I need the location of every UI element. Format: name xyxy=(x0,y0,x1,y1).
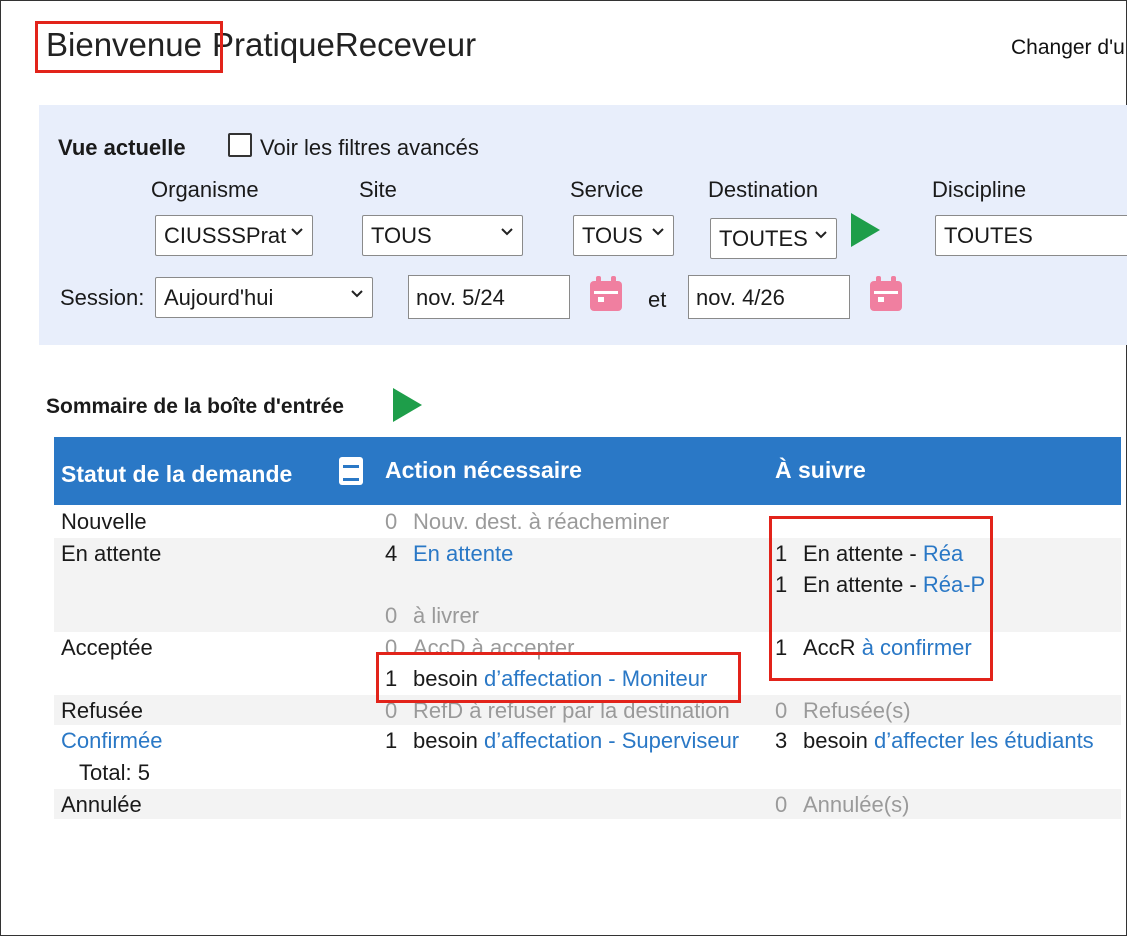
change-user-link[interactable]: Changer d'u xyxy=(1011,36,1125,60)
acceptee-follow-link[interactable]: à confirmer xyxy=(862,635,972,660)
attente-follow2-link[interactable]: Réa-P xyxy=(923,572,985,597)
confirmee-follow-count: 3 xyxy=(775,728,788,753)
confirmee-action: besoin d’affectation - Superviseur xyxy=(413,727,739,755)
attente-follow2-text: En attente - xyxy=(803,572,923,597)
confirmee-follow-text: besoin xyxy=(803,728,874,753)
refusee-follow-count: 0 xyxy=(775,698,788,723)
summary-title: Sommaire de la boîte d'entrée xyxy=(46,395,344,418)
nouvelle-action-count: 0 xyxy=(385,509,398,534)
calendar-icon[interactable] xyxy=(869,276,903,312)
nouvelle-action-text: Nouv. dest. à réacheminer xyxy=(413,509,670,534)
service-select[interactable]: TOUS xyxy=(573,215,674,256)
discipline-label: Discipline xyxy=(932,177,1027,202)
filters-panel: Vue actuelle Voir les filtres avancés Or… xyxy=(39,105,1127,345)
destination-label: Destination xyxy=(708,177,819,202)
status-annulee: Annulée xyxy=(61,792,142,817)
status-en-attente: En attente xyxy=(61,541,162,566)
date-to-input[interactable]: nov. 4/26 xyxy=(688,275,850,319)
confirmee-total: Total: 5 xyxy=(79,760,150,785)
annulee-follow-count: 0 xyxy=(775,792,788,817)
attente-deliver-count: 0 xyxy=(385,603,398,628)
acceptee-action-text: AccD à accepter xyxy=(413,635,575,660)
apply-destination-button[interactable] xyxy=(851,213,880,247)
attente-follow1-link[interactable]: Réa xyxy=(923,541,963,566)
refusee-follow-text: Refusée(s) xyxy=(803,698,911,723)
session-value: Aujourd'hui xyxy=(164,285,274,310)
advanced-filters-label[interactable]: Voir les filtres avancés xyxy=(260,135,479,161)
session-select[interactable]: Aujourd'hui xyxy=(155,277,373,318)
chevron-down-icon xyxy=(351,290,363,298)
site-select[interactable]: TOUS xyxy=(362,215,523,256)
organisme-select[interactable]: CIUSSSPrat xyxy=(155,215,313,256)
discipline-value: TOUTES xyxy=(944,223,1033,248)
session-label: Session: xyxy=(60,285,145,310)
acceptee-moniteur-text: besoin xyxy=(413,666,484,691)
welcome-text: Bienvenue xyxy=(46,26,202,63)
attente-action-link[interactable]: En attente xyxy=(413,540,513,568)
destination-select[interactable]: TOUTES xyxy=(710,218,837,259)
attente-follow1: En attente - Réa xyxy=(803,540,963,568)
annulee-follow-text: Annulée(s) xyxy=(803,792,910,817)
page-title: Bienvenue PratiqueReceveur xyxy=(46,26,476,64)
status-refusee: Refusée xyxy=(61,698,143,723)
calendar-icon[interactable] xyxy=(589,276,623,312)
attente-follow1-text: En attente - xyxy=(803,541,923,566)
date-from-input[interactable]: nov. 5/24 xyxy=(408,275,570,319)
advanced-filters-checkbox[interactable] xyxy=(228,133,252,157)
attente-follow1-count: 1 xyxy=(775,541,788,566)
confirmee-action-text: besoin xyxy=(413,728,484,753)
discipline-select[interactable]: TOUTES xyxy=(935,215,1127,256)
attente-follow2: En attente - Réa-P xyxy=(803,571,985,599)
chevron-down-icon xyxy=(815,231,827,239)
refusee-action-text: RefD à refuser par la destination xyxy=(413,698,730,723)
attente-deliver-text: à livrer xyxy=(413,603,480,628)
summary-table-header: Statut de la demande Action nécessaire À… xyxy=(54,437,1121,505)
chevron-down-icon xyxy=(291,228,303,236)
acceptee-follow: AccR à confirmer xyxy=(803,634,972,662)
acceptee-follow-text: AccR xyxy=(803,635,862,660)
acceptee-action-count: 0 xyxy=(385,635,398,660)
acceptee-moniteur-link[interactable]: d’affectation - Moniteur xyxy=(484,666,707,691)
service-value: TOUS xyxy=(582,223,643,248)
status-confirmee-link[interactable]: Confirmée xyxy=(61,727,162,755)
confirmee-action-link[interactable]: d’affectation - Superviseur xyxy=(484,728,739,753)
row-band-annulee xyxy=(54,789,1121,819)
col-follow-header: À suivre xyxy=(775,457,866,483)
organisme-label: Organisme xyxy=(151,177,259,202)
current-view-label: Vue actuelle xyxy=(58,135,186,160)
confirmee-follow: besoin d’affecter les étudiants xyxy=(803,727,1094,755)
status-nouvelle: Nouvelle xyxy=(61,509,147,534)
attente-follow2-count: 1 xyxy=(775,572,788,597)
organisme-value: CIUSSSPrat xyxy=(164,223,287,248)
refusee-action-count: 0 xyxy=(385,698,398,723)
summary-go-button[interactable] xyxy=(393,388,422,422)
acceptee-moniteur-count: 1 xyxy=(385,666,398,691)
acceptee-follow-count: 1 xyxy=(775,635,788,660)
chevron-down-icon xyxy=(652,228,664,236)
chevron-down-icon xyxy=(501,228,513,236)
destination-value: TOUTES xyxy=(719,226,808,251)
status-acceptee: Acceptée xyxy=(61,635,153,660)
col-status-header: Statut de la demande xyxy=(61,461,293,487)
attente-action-count: 4 xyxy=(385,541,398,566)
confirmee-follow-link[interactable]: d’affecter les étudiants xyxy=(874,728,1094,753)
site-value: TOUS xyxy=(371,223,432,248)
site-label: Site xyxy=(359,177,397,202)
between-label: et xyxy=(648,287,667,312)
acceptee-moniteur: besoin d’affectation - Moniteur xyxy=(413,665,707,693)
user-name: PratiqueReceveur xyxy=(211,26,477,63)
confirmee-action-count: 1 xyxy=(385,728,398,753)
col-action-header: Action nécessaire xyxy=(385,457,582,483)
service-label: Service xyxy=(570,177,644,202)
book-icon[interactable] xyxy=(338,456,364,486)
